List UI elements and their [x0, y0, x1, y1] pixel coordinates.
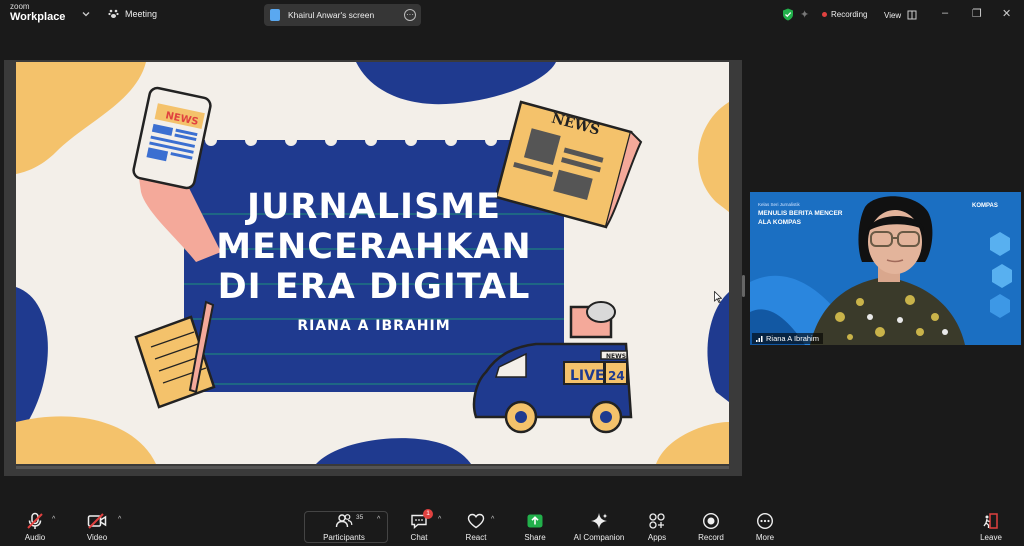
participants-button[interactable]: Participants [314, 506, 374, 546]
participant-name-tag: Riana A Ibrahim [752, 333, 823, 344]
video-button[interactable]: Video [67, 506, 127, 546]
record-button[interactable]: Record [681, 506, 741, 546]
share-label: Share [524, 533, 546, 542]
participants-options-caret-icon[interactable]: ^ [377, 516, 380, 523]
slide-title-line-1: JURNALISME [246, 187, 502, 227]
more-options-icon[interactable]: ··· [404, 9, 416, 21]
recording-dot-icon [822, 12, 827, 17]
slide-title-line-3: DI ERA DIGITAL [217, 267, 531, 307]
zoom-logo: zoom Workplace [10, 3, 65, 23]
slide-title-line-2: MENCERAHKAN [216, 227, 532, 267]
react-options-caret-icon[interactable]: ^ [491, 516, 494, 523]
apps-grid-icon [649, 513, 665, 529]
apps-button[interactable]: Apps [627, 506, 687, 546]
ai-sparkle-icon[interactable]: ✦ [800, 8, 809, 21]
screen-share-label: Khairul Anwar's screen [288, 10, 375, 20]
share-screen-icon [527, 514, 543, 528]
view-menu[interactable]: View [884, 10, 917, 20]
shield-check-icon[interactable] [782, 8, 794, 21]
video-options-caret-icon[interactable]: ^ [118, 516, 121, 523]
ai-companion-sparkle-icon [591, 513, 608, 529]
audio-label: Audio [24, 533, 46, 542]
chat-options-caret-icon[interactable]: ^ [438, 516, 441, 523]
van-news-label: NEWS [606, 353, 626, 360]
video-bg-title-line-1: MENULIS BERITA MENCER [758, 210, 843, 217]
record-icon [702, 512, 720, 530]
video-bg-title: MENULIS BERITA MENCER ALA KOMPAS [758, 209, 878, 227]
close-icon[interactable]: ✕ [1002, 7, 1011, 20]
participants-label: Participants [323, 533, 365, 542]
split-handle[interactable] [742, 275, 745, 297]
minimize-icon[interactable]: – [942, 7, 948, 19]
mouse-cursor-icon [714, 291, 722, 303]
video-label: Video [86, 533, 108, 542]
van-live-label: LIVE [570, 368, 605, 384]
more-button[interactable]: More [735, 506, 795, 546]
screen-share-icon [270, 9, 280, 21]
react-label: React [465, 533, 487, 542]
presentation-slide: NEWS NEWS LIVE 24 NEWS JURNALISME MENCER… [16, 62, 729, 464]
share-button[interactable]: Share [505, 506, 565, 546]
microphone-muted-icon [27, 512, 43, 529]
record-label: Record [698, 533, 724, 542]
recording-indicator[interactable]: Recording [822, 10, 867, 19]
chevron-down-icon[interactable] [81, 9, 91, 19]
slide-author: RIANA A IBRAHIM [297, 318, 451, 334]
chat-unread-badge: 1 [423, 509, 433, 519]
view-label: View [884, 10, 902, 20]
chat-button[interactable]: Chat [389, 506, 449, 546]
signal-bars-icon [756, 336, 763, 342]
leave-door-icon [983, 513, 998, 529]
leave-button[interactable]: Leave [961, 506, 1021, 546]
participants-count: 35 [356, 514, 364, 521]
leave-label: Leave [980, 533, 1002, 542]
meeting-label: Meeting [125, 8, 158, 19]
video-camera-off-icon [87, 513, 107, 529]
chat-label: Chat [410, 533, 428, 542]
react-button[interactable]: React [446, 506, 506, 546]
grid-view-icon [907, 10, 917, 20]
restore-icon[interactable]: ❐ [972, 7, 982, 20]
title-bar: zoom Workplace Meeting Khairul Anwar's s… [0, 0, 1024, 30]
kompas-logo: KOMPAS [972, 203, 998, 209]
van-number-label: 24 [608, 369, 625, 383]
participants-icon [335, 514, 353, 528]
slide-title: JURNALISME MENCERAHKAN DI ERA DIGITAL [184, 187, 564, 307]
more-dots-icon [756, 512, 774, 530]
apps-label: Apps [647, 533, 667, 542]
video-bg-title-line-2: ALA KOMPAS [758, 219, 801, 226]
logo-text-bottom: Workplace [10, 11, 66, 23]
ai-companion-button[interactable]: AI Companion [569, 506, 629, 546]
participant-video[interactable]: Kelas Seri Jurnalistik MENULIS BERITA ME… [750, 192, 1021, 345]
screen-share-pill[interactable]: Khairul Anwar's screen ··· [264, 4, 421, 26]
meeting-menu[interactable]: Meeting [108, 8, 157, 19]
recording-label: Recording [831, 10, 868, 19]
video-bg-caption: Kelas Seri Jurnalistik [758, 202, 800, 207]
share-bottom-edge [16, 466, 729, 469]
audio-options-caret-icon[interactable]: ^ [52, 516, 55, 523]
more-label: More [755, 533, 775, 542]
participant-name: Riana A Ibrahim [766, 334, 819, 343]
ai-companion-label: AI Companion [573, 533, 625, 542]
audio-button[interactable]: Audio [5, 506, 65, 546]
logo-text-top: zoom [10, 2, 30, 11]
heart-react-icon [467, 513, 485, 529]
paw-icon [108, 9, 119, 18]
